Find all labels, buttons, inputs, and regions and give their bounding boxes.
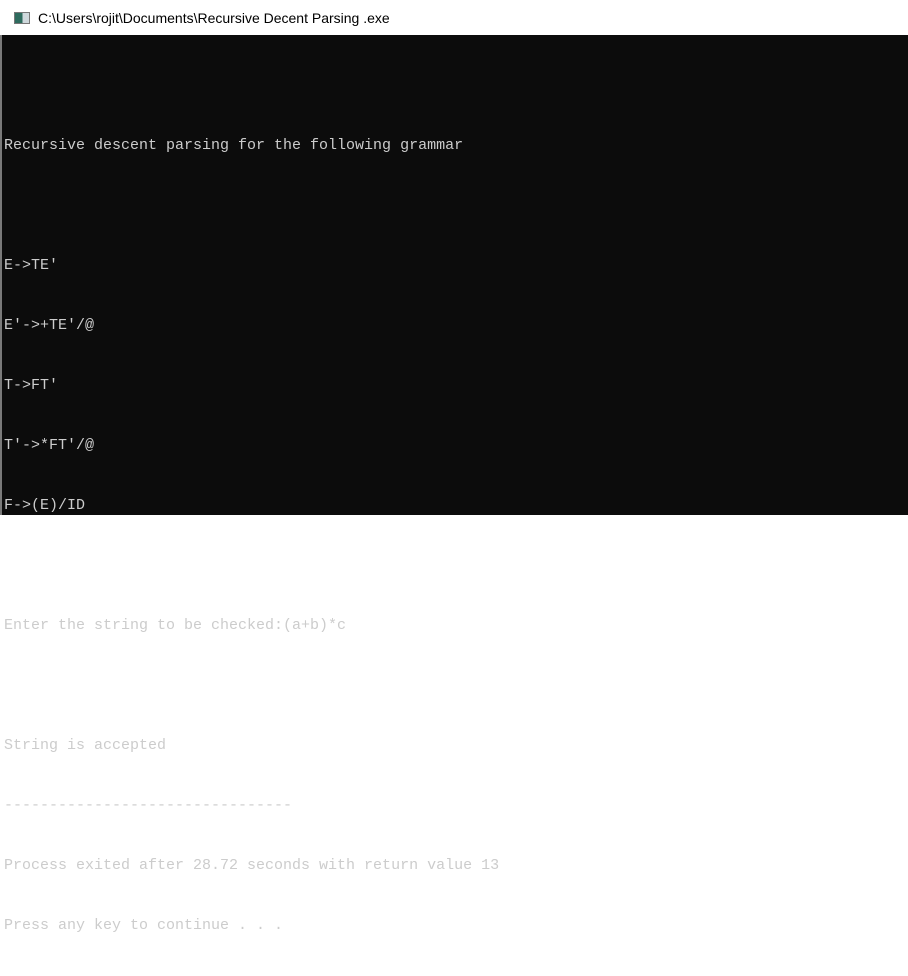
console-app-icon [14, 11, 30, 24]
result-message: String is accepted [4, 737, 167, 754]
grammar-rule: E->TE' [4, 257, 59, 274]
grammar-rule: T->FT' [4, 377, 59, 394]
console-line-heading: Recursive descent parsing for the follow… [4, 137, 464, 154]
input-prompt: Enter the string to be checked:(a+b)*c [4, 617, 347, 634]
title-bar[interactable]: C:\Users\rojit\Documents\Recursive Decen… [0, 0, 908, 35]
continue-prompt: Press any key to continue . . . [4, 917, 284, 934]
grammar-rule: E'->+TE'/@ [4, 317, 95, 334]
window-title: C:\Users\rojit\Documents\Recursive Decen… [38, 9, 390, 26]
grammar-rule: T'->*FT'/@ [4, 437, 95, 454]
separator: -------------------------------- [4, 797, 293, 814]
exit-status: Process exited after 28.72 seconds with … [4, 857, 500, 874]
grammar-rule: F->(E)/ID [4, 497, 86, 514]
console-output[interactable]: Recursive descent parsing for the follow… [0, 35, 908, 934]
